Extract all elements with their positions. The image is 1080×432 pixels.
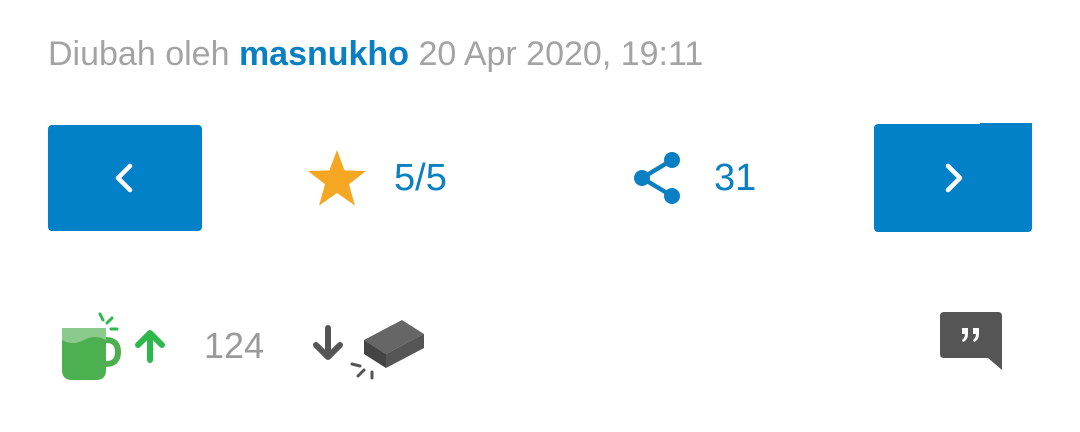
rating-display[interactable]: 5/5 [306, 148, 447, 208]
rating-value: 5/5 [394, 156, 447, 199]
edit-info: Diubah oleh masnukho 20 Apr 2020, 19:11 [48, 34, 703, 74]
edited-by-label: Diubah oleh [48, 35, 230, 73]
star-icon [308, 150, 366, 206]
share-icon [634, 152, 680, 204]
chevron-left-icon [115, 163, 133, 193]
next-button-corner [980, 123, 1032, 131]
author-link[interactable]: masnukho [239, 35, 409, 73]
cendol-upvote-icon[interactable] [58, 310, 170, 382]
share-count: 31 [714, 156, 757, 199]
edit-timestamp: 20 Apr 2020, 19:11 [418, 35, 704, 73]
next-button[interactable] [874, 123, 1032, 232]
previous-button[interactable] [48, 125, 202, 231]
quote-icon[interactable] [940, 312, 1002, 372]
post-footer: Diubah oleh masnukho 20 Apr 2020, 19:11 … [0, 0, 1080, 432]
cendol-count: 124 [204, 325, 265, 366]
share-button[interactable]: 31 [632, 148, 756, 208]
bata-downvote-icon[interactable] [308, 314, 428, 382]
chevron-right-icon [945, 163, 963, 193]
